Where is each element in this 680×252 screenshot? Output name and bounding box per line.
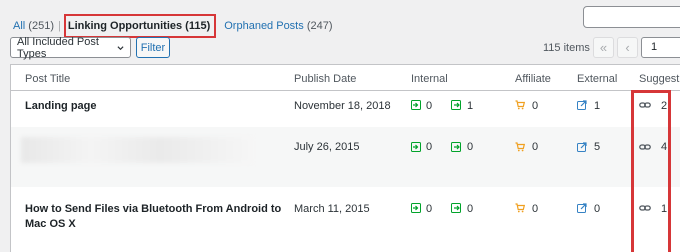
suggestions-column-highlight	[631, 90, 671, 252]
view-orphan-label: Orphaned Posts	[224, 20, 304, 32]
inbound-link-icon	[411, 100, 421, 110]
table-row: July 26, 2015 0 0 0 5 4	[11, 127, 680, 187]
external-count[interactable]: 0	[594, 203, 600, 215]
post-title-link[interactable]: How to Send Files via Bluetooth From And…	[25, 202, 287, 232]
column-header-suggestions[interactable]: Suggestio	[639, 73, 680, 85]
column-header-affiliate[interactable]: Affiliate	[515, 73, 551, 85]
internal-inbound-count[interactable]: 0	[426, 100, 432, 112]
affiliate-count[interactable]: 0	[532, 100, 538, 112]
filter-button[interactable]: Filter	[136, 37, 170, 58]
internal-outbound-count[interactable]: 0	[467, 141, 473, 153]
subsubsub-views: All (251) | Linking Opportunities (115) …	[13, 14, 333, 38]
internal-inbound-count[interactable]: 0	[426, 203, 432, 215]
cart-icon	[515, 100, 525, 110]
view-separator: |	[57, 20, 61, 32]
view-all-label: All	[13, 20, 26, 32]
outbound-link-icon	[451, 142, 461, 152]
publish-date: July 26, 2015	[294, 141, 360, 153]
search-input[interactable]	[583, 6, 680, 28]
post-title-link[interactable]: Landing page	[25, 99, 287, 114]
external-link-icon	[577, 203, 587, 213]
external-count[interactable]: 1	[594, 100, 600, 112]
view-orphaned-posts-link[interactable]: Orphaned Posts (247)	[224, 20, 332, 32]
external-link-icon	[577, 142, 587, 152]
previous-page-button[interactable]: ‹	[617, 37, 638, 58]
outbound-link-icon	[451, 203, 461, 213]
first-page-button[interactable]: «	[593, 37, 614, 58]
publish-date: November 18, 2018	[294, 100, 391, 112]
current-page-input[interactable]: 1	[641, 37, 680, 58]
view-linking-opportunities-link[interactable]: Linking Opportunities (115)	[68, 20, 210, 32]
outbound-link-icon	[451, 100, 461, 110]
affiliate-count[interactable]: 0	[532, 141, 538, 153]
cart-icon	[515, 142, 525, 152]
external-count[interactable]: 5	[594, 141, 600, 153]
column-header-post-title[interactable]: Post Title	[25, 73, 70, 85]
table-row: How to Send Files via Bluetooth From And…	[11, 187, 680, 252]
column-header-internal[interactable]: Internal	[411, 73, 448, 85]
inbound-link-icon	[411, 142, 421, 152]
inbound-link-icon	[411, 203, 421, 213]
cart-icon	[515, 203, 525, 213]
view-linking-opportunities-highlight: Linking Opportunities (115)	[63, 14, 217, 38]
view-all-count: (251)	[28, 20, 54, 32]
column-header-external[interactable]: External	[577, 73, 617, 85]
post-type-select-value: All Included Post Types	[17, 35, 99, 60]
publish-date: March 11, 2015	[294, 203, 370, 215]
table-header: Post Title Publish Date Internal Affilia…	[11, 65, 680, 91]
view-all-link[interactable]: All (251)	[13, 20, 54, 32]
column-header-publish-date[interactable]: Publish Date	[294, 73, 356, 85]
redacted-post-title	[21, 137, 253, 163]
internal-outbound-count[interactable]: 0	[467, 203, 473, 215]
report-table: Post Title Publish Date Internal Affilia…	[10, 64, 680, 252]
internal-outbound-count[interactable]: 1	[467, 100, 473, 112]
post-type-select[interactable]: All Included Post Types	[10, 35, 131, 60]
affiliate-count[interactable]: 0	[532, 203, 538, 215]
external-link-icon	[577, 100, 587, 110]
view-orphan-count: (247)	[306, 20, 333, 32]
items-count: 115 items	[543, 42, 590, 54]
chevron-down-icon	[117, 45, 124, 50]
internal-inbound-count[interactable]: 0	[426, 141, 432, 153]
